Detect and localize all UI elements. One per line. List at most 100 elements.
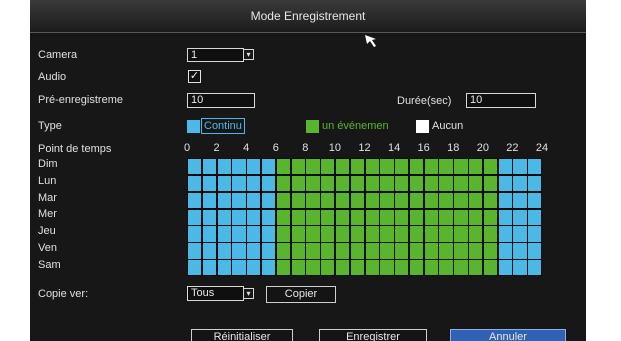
schedule-cell[interactable] <box>247 209 261 225</box>
schedule-cell[interactable] <box>217 209 231 225</box>
continu-option[interactable]: Continu <box>201 118 245 134</box>
schedule-cell[interactable] <box>335 159 350 175</box>
schedule-cell[interactable] <box>232 260 246 276</box>
schedule-cell[interactable] <box>395 226 409 242</box>
schedule-cell[interactable] <box>424 192 438 209</box>
schedule-cell[interactable] <box>513 159 527 175</box>
schedule-cell[interactable] <box>202 243 217 259</box>
schedule-grid[interactable] <box>187 158 542 276</box>
schedule-cell[interactable] <box>483 226 498 242</box>
save-button[interactable]: Enregistrer <box>319 329 427 341</box>
schedule-cell[interactable] <box>513 243 527 259</box>
schedule-cell[interactable] <box>528 226 542 242</box>
schedule-cell[interactable] <box>350 226 364 242</box>
schedule-cell[interactable] <box>365 243 379 259</box>
schedule-cell[interactable] <box>247 243 261 259</box>
schedule-cell[interactable] <box>188 243 202 259</box>
event-option[interactable]: un événemen <box>322 119 389 133</box>
schedule-cell[interactable] <box>409 175 424 192</box>
schedule-cell[interactable] <box>261 192 276 209</box>
schedule-cell[interactable] <box>217 243 231 259</box>
schedule-cell[interactable] <box>335 226 350 242</box>
schedule-cell[interactable] <box>291 209 305 225</box>
schedule-cell[interactable] <box>247 175 261 192</box>
schedule-cell[interactable] <box>498 175 512 192</box>
schedule-cell[interactable] <box>395 192 409 209</box>
schedule-cell[interactable] <box>261 159 276 175</box>
schedule-cell[interactable] <box>395 243 409 259</box>
schedule-cell[interactable] <box>350 192 364 209</box>
schedule-cell[interactable] <box>454 226 468 242</box>
schedule-cell[interactable] <box>202 209 217 225</box>
schedule-cell[interactable] <box>217 226 231 242</box>
schedule-cell[interactable] <box>291 260 305 276</box>
schedule-cell[interactable] <box>202 226 217 242</box>
cancel-button[interactable]: Annuler <box>450 329 566 341</box>
schedule-cell[interactable] <box>276 209 291 225</box>
schedule-cell[interactable] <box>335 209 350 225</box>
none-swatch[interactable] <box>416 120 429 133</box>
schedule-cell[interactable] <box>528 159 542 175</box>
schedule-cell[interactable] <box>483 192 498 209</box>
schedule-cell[interactable] <box>306 209 320 225</box>
schedule-cell[interactable] <box>409 226 424 242</box>
schedule-cell[interactable] <box>469 159 483 175</box>
schedule-cell[interactable] <box>469 192 483 209</box>
schedule-cell[interactable] <box>498 260 512 276</box>
schedule-cell[interactable] <box>380 209 394 225</box>
schedule-cell[interactable] <box>439 159 453 175</box>
schedule-cell[interactable] <box>454 159 468 175</box>
schedule-cell[interactable] <box>498 192 512 209</box>
schedule-cell[interactable] <box>261 226 276 242</box>
schedule-cell[interactable] <box>188 159 202 175</box>
schedule-cell[interactable] <box>232 192 246 209</box>
schedule-cell[interactable] <box>528 175 542 192</box>
copy-to-select[interactable]: Tous <box>187 286 244 301</box>
schedule-cell[interactable] <box>350 260 364 276</box>
schedule-cell[interactable] <box>276 260 291 276</box>
schedule-cell[interactable] <box>350 159 364 175</box>
schedule-cell[interactable] <box>528 260 542 276</box>
schedule-cell[interactable] <box>188 226 202 242</box>
schedule-cell[interactable] <box>424 260 438 276</box>
schedule-cell[interactable] <box>247 159 261 175</box>
schedule-cell[interactable] <box>321 260 335 276</box>
schedule-cell[interactable] <box>454 175 468 192</box>
schedule-cell[interactable] <box>424 175 438 192</box>
schedule-cell[interactable] <box>380 260 394 276</box>
schedule-cell[interactable] <box>439 260 453 276</box>
schedule-cell[interactable] <box>321 243 335 259</box>
schedule-cell[interactable] <box>276 226 291 242</box>
audio-checkbox[interactable]: ✓ <box>188 70 201 83</box>
schedule-cell[interactable] <box>306 159 320 175</box>
reset-button[interactable]: Réinitialiser <box>191 329 293 341</box>
schedule-cell[interactable] <box>469 209 483 225</box>
schedule-cell[interactable] <box>232 159 246 175</box>
schedule-cell[interactable] <box>528 209 542 225</box>
schedule-cell[interactable] <box>247 260 261 276</box>
schedule-cell[interactable] <box>217 175 231 192</box>
schedule-cell[interactable] <box>350 175 364 192</box>
continu-swatch[interactable] <box>187 120 200 133</box>
schedule-cell[interactable] <box>424 226 438 242</box>
schedule-cell[interactable] <box>232 226 246 242</box>
schedule-cell[interactable] <box>217 159 231 175</box>
camera-dropdown-arrow-icon[interactable]: ▾ <box>243 49 254 60</box>
schedule-cell[interactable] <box>232 175 246 192</box>
schedule-cell[interactable] <box>424 243 438 259</box>
schedule-cell[interactable] <box>365 175 379 192</box>
schedule-cell[interactable] <box>395 209 409 225</box>
schedule-cell[interactable] <box>380 243 394 259</box>
schedule-cell[interactable] <box>276 175 291 192</box>
schedule-cell[interactable] <box>188 260 202 276</box>
schedule-cell[interactable] <box>409 260 424 276</box>
schedule-cell[interactable] <box>350 243 364 259</box>
schedule-cell[interactable] <box>261 243 276 259</box>
schedule-cell[interactable] <box>232 243 246 259</box>
schedule-cell[interactable] <box>321 192 335 209</box>
schedule-cell[interactable] <box>306 226 320 242</box>
schedule-cell[interactable] <box>483 260 498 276</box>
schedule-cell[interactable] <box>513 226 527 242</box>
schedule-cell[interactable] <box>291 192 305 209</box>
schedule-cell[interactable] <box>276 243 291 259</box>
